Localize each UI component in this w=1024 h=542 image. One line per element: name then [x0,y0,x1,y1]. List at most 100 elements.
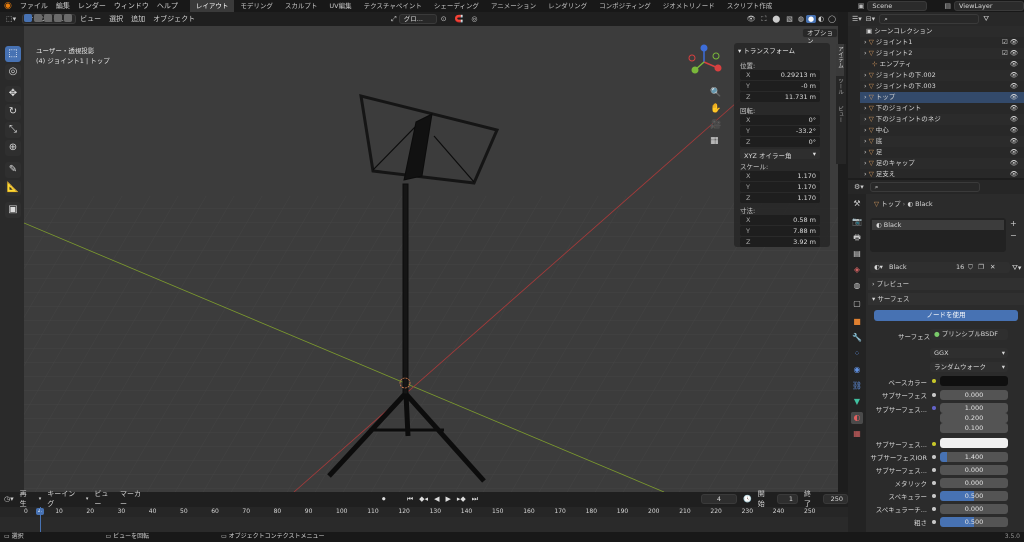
preview-panel-header[interactable]: › プレビュー [868,278,1024,290]
view-layer-selector[interactable]: ViewLayer [954,1,1024,11]
rotate-tool-icon[interactable]: ↻ [5,104,21,120]
particles-tab-icon[interactable]: ⁘ [851,348,863,360]
end-frame-field[interactable]: 250 [823,494,849,504]
base-color-swatch[interactable] [940,376,1008,386]
camera-view-icon[interactable]: 🎥 [710,120,721,130]
remove-slot-icon[interactable]: − [1010,230,1017,242]
socket-dot-icon[interactable] [932,455,936,459]
properties-search-input[interactable]: ⌕ [869,182,980,192]
world-tab-icon[interactable]: ◍ [851,280,863,292]
workspace-tab-texture-paint[interactable]: テクスチャペイント [358,0,428,12]
outliner-item[interactable]: › ▽ ジョイント2 ☑ 👁 [860,48,1024,59]
select-invert-icon[interactable] [54,14,62,22]
dimensions-y-field[interactable]: Y 7.88 m [740,226,820,236]
outliner-item[interactable]: › ▽ ジョイント1 ☑ 👁 [860,37,1024,48]
output-tab-icon[interactable]: 🖶 [851,232,863,244]
specular-value[interactable]: 0.500 [940,491,1008,501]
object-tab-icon[interactable]: ■ [851,316,863,328]
marker-menu[interactable]: マーカー [120,489,146,509]
subsurface-color-swatch[interactable] [940,438,1008,448]
outliner-item[interactable]: › ▽ 足支え 👁 [860,169,1024,180]
cursor-tool-icon[interactable]: ◎ [5,64,21,80]
menu-help[interactable]: ヘルプ [153,0,182,12]
shading-solid-icon[interactable]: ● [805,15,817,23]
surface-panel-header[interactable]: ▾ サーフェス [868,293,1024,305]
location-x-field[interactable]: X 0.29213 m [740,70,820,80]
workspace-tab-modeling[interactable]: モデリング [234,0,279,12]
scale-y-field[interactable]: Y 1.170 [740,182,820,192]
metallic-value[interactable]: 0.000 [940,478,1008,488]
measure-tool-icon[interactable]: 📐 [5,180,21,196]
outliner-item[interactable]: › ▽ 底 👁 [860,136,1024,147]
object-menu[interactable]: オブジェクト [149,14,199,24]
timeline-track-area[interactable] [0,517,848,532]
workspace-tab-scripting[interactable]: スクリプト作成 [721,0,779,12]
transform-panel-header[interactable]: ▾ トランスフォーム [738,45,795,55]
blender-logo-icon[interactable]: ◉ [0,1,16,11]
add-cube-tool-icon[interactable]: ▣ [5,202,21,218]
outliner-item[interactable]: › ▽ 下のジョイント 👁 [860,103,1024,114]
record-button-icon[interactable]: ⏺ [382,495,386,504]
select-intersect-icon[interactable] [64,14,72,22]
location-y-field[interactable]: Y -0 m [740,81,820,91]
subsurface-method-dropdown[interactable]: ランダムウォーク ▾ [930,362,1008,372]
outliner-editor-icon[interactable]: ☰▾ [852,15,862,23]
subsurface-ior-value[interactable]: 1.400 [940,452,1008,462]
socket-dot-icon[interactable] [932,379,936,383]
timeline-ruler[interactable]: 0410203040506070809010011012013014015016… [0,507,848,517]
scale-x-field[interactable]: X 1.170 [740,171,820,181]
outliner-funnel-icon[interactable]: ⛛ [983,15,989,24]
snap-icon[interactable]: 🧲 [451,15,468,23]
view-layer-tab-icon[interactable]: ▤ [851,248,863,260]
material-tab-icon[interactable]: ◐ [851,412,863,424]
outliner-item-selected[interactable]: › ▽ トップ 👁 [860,92,1024,103]
transform-tool-icon[interactable]: ⊕ [5,140,21,156]
material-datablock[interactable]: ◐▾ Black 16 ⛉ ❐ ✕ [870,262,1010,273]
tab-view[interactable]: ビュー [836,104,844,132]
socket-dot-icon[interactable] [932,507,936,511]
outliner-item[interactable]: › ▽ 足 👁 [860,147,1024,158]
outliner-item[interactable]: › ▽ 足のキャップ 👁 [860,158,1024,169]
outliner-item[interactable]: › ▽ ジョイントの下.003 👁 [860,81,1024,92]
workspace-tab-animation[interactable]: アニメーション [485,0,542,12]
start-frame-field[interactable]: 1 [776,494,799,504]
texture-tab-icon[interactable]: ▦ [851,428,863,440]
subsurface-anisotropy-value[interactable]: 0.000 [940,465,1008,475]
scale-tool-icon[interactable]: ⤡ [5,122,21,138]
tab-tool[interactable]: ツール [836,76,844,104]
keying-menu[interactable]: キーイング [47,489,80,509]
jump-end-icon[interactable]: ⏭ [472,495,478,504]
link-dropdown-icon[interactable]: ⛛▾ [1012,264,1021,273]
outliner-item[interactable]: › ▽ ジョイントの下.002 👁 [860,70,1024,81]
annotate-tool-icon[interactable]: ✎ [5,162,21,178]
fake-user-shield-icon[interactable]: ⛉ [968,262,973,273]
next-keyframe-icon[interactable]: ▸◆ [457,495,466,503]
material-slot[interactable]: ◐ Black [872,220,1004,230]
timeline-editor-icon[interactable]: ◷▾ [4,495,14,503]
rotation-mode-dropdown[interactable]: XYZ オイラー角 ▾ [740,149,820,160]
options-dropdown[interactable]: オプション [802,28,838,45]
workspace-tab-sculpt[interactable]: スカルプト [279,0,324,12]
subsurface-value[interactable]: 0.000 [940,390,1008,400]
add-slot-icon[interactable]: + [1010,218,1017,230]
playhead-line[interactable] [40,507,41,532]
socket-dot-icon[interactable] [932,406,936,410]
editor-type-icon[interactable]: ⬚▾ [0,15,22,23]
socket-dot-icon[interactable] [932,481,936,485]
subsurface-radius-y[interactable]: 0.200 [940,413,1008,423]
workspace-tab-layout[interactable]: レイアウト [189,0,235,12]
workspace-tab-uv[interactable]: UV編集 [323,0,357,12]
use-nodes-button[interactable]: ノードを使用 [874,310,1018,321]
material-name-field[interactable]: Black [889,262,949,273]
rotation-y-field[interactable]: Y -33.2° [740,126,820,136]
dimensions-z-field[interactable]: Z 3.92 m [740,237,820,247]
move-tool-icon[interactable]: ✥ [5,86,21,102]
physics-tab-icon[interactable]: ◉ [851,364,863,376]
3d-viewport[interactable]: ユーザー・透視投影 (4) ジョイント1 | トップ 🔍 ✋ 🎥 ▦ オプション [24,26,838,492]
duplicate-material-icon[interactable]: ❐ [978,262,984,273]
visibility-icon[interactable]: 👁 [744,15,759,23]
workspace-tab-compositing[interactable]: コンポジティング [593,0,657,12]
view-menu[interactable]: ビュー [76,14,105,24]
outliner-item[interactable]: ⊹ エンプティ 👁 [860,59,1024,70]
shading-rendered-icon[interactable]: ◯ [826,15,838,23]
